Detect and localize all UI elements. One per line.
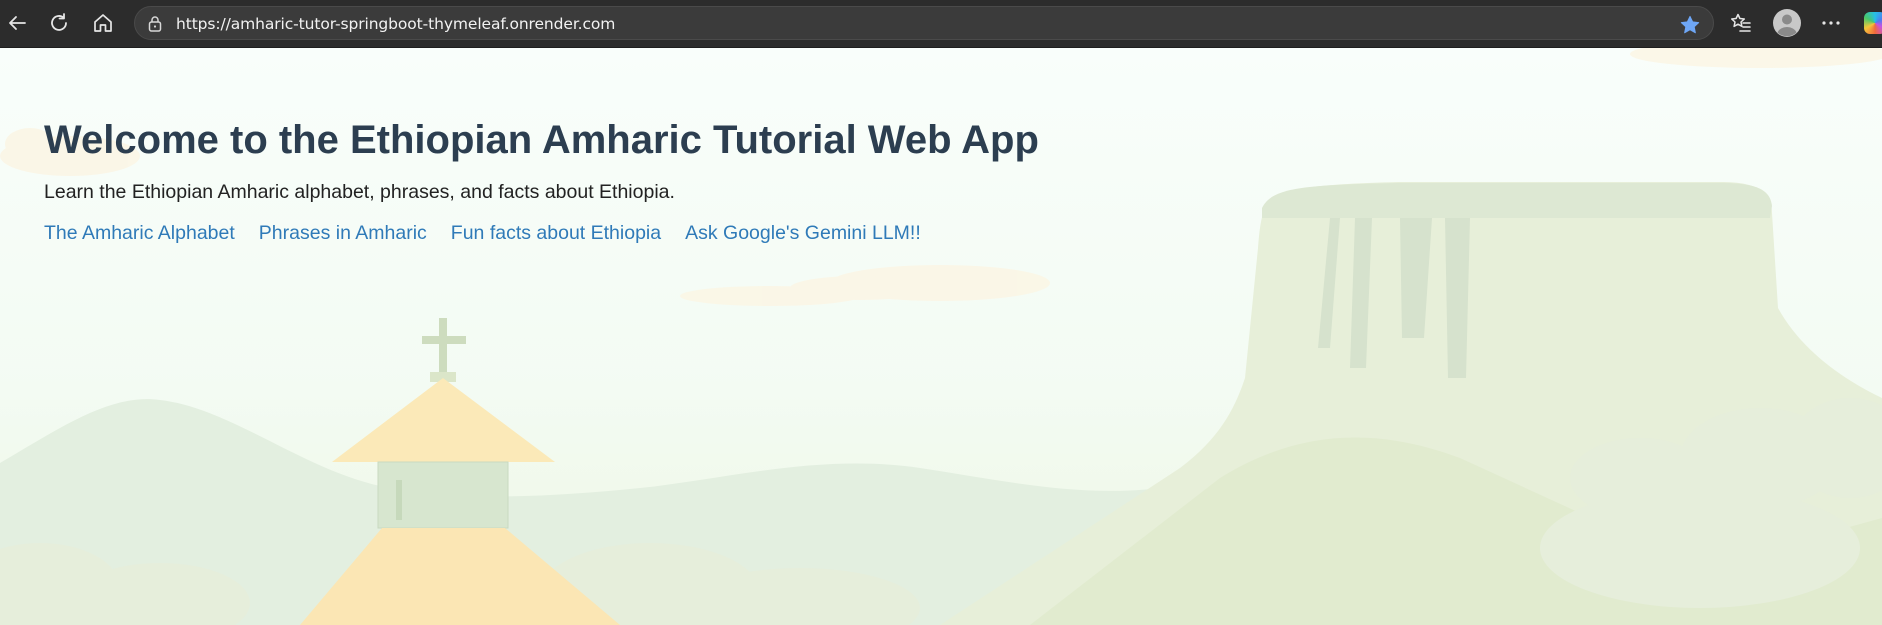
link-phrases-in-amharic[interactable]: Phrases in Amharic	[259, 222, 427, 245]
mesa-top-shape	[1262, 183, 1772, 218]
refresh-button[interactable]	[42, 6, 76, 40]
profile-avatar-icon	[1773, 9, 1801, 37]
profile-button[interactable]	[1770, 6, 1804, 40]
browser-window: https://amharic-tutor-springboot-thymele…	[0, 0, 1882, 625]
nav-links: The Amharic Alphabet Phrases in Amharic …	[44, 222, 1039, 245]
back-arrow-icon	[9, 16, 26, 30]
back-button[interactable]	[0, 6, 34, 40]
page-content: Welcome to the Ethiopian Amharic Tutoria…	[44, 118, 1039, 245]
refresh-icon	[51, 13, 67, 31]
favorites-button[interactable]	[1724, 6, 1758, 40]
page-subtitle: Learn the Ethiopian Amharic alphabet, ph…	[44, 181, 675, 203]
link-fun-facts-ethiopia[interactable]: Fun facts about Ethiopia	[451, 222, 661, 245]
favorites-list-icon	[1730, 13, 1751, 32]
home-button[interactable]	[86, 6, 120, 40]
star-icon[interactable]	[1679, 14, 1701, 36]
page-title: Welcome to the Ethiopian Amharic Tutoria…	[44, 118, 1039, 162]
more-dots-icon	[1822, 21, 1840, 25]
copilot-icon[interactable]	[1864, 12, 1882, 34]
url-text[interactable]: https://amharic-tutor-springboot-thymele…	[176, 15, 615, 33]
more-options-button[interactable]	[1814, 6, 1848, 40]
link-ask-gemini[interactable]: Ask Google's Gemini LLM!!	[685, 222, 921, 245]
address-bar[interactable]: https://amharic-tutor-springboot-thymele…	[134, 6, 1714, 40]
browser-toolbar: https://amharic-tutor-springboot-thymele…	[0, 0, 1882, 48]
web-page: Welcome to the Ethiopian Amharic Tutoria…	[0, 48, 1882, 625]
lock-icon[interactable]	[147, 15, 163, 33]
home-icon	[94, 14, 112, 32]
link-amharic-alphabet[interactable]: The Amharic Alphabet	[44, 222, 235, 245]
